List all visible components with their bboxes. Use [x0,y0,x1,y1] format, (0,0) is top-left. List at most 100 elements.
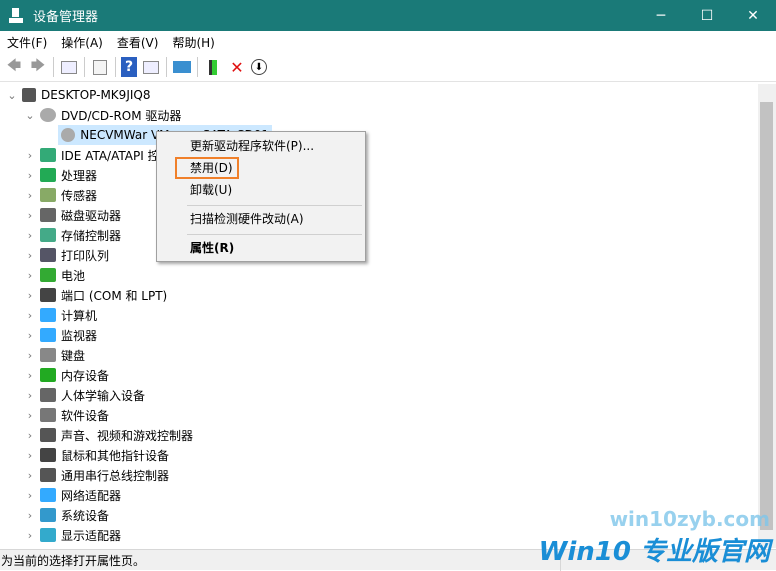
device-category-icon [40,268,56,282]
expand-icon[interactable]: › [24,409,36,422]
device-category-icon [40,228,56,242]
tree-item-category[interactable]: › 内存设备 [0,365,758,385]
highlight-box [175,157,239,179]
menu-item-update-driver[interactable]: 更新驱动程序软件(P)... [190,135,314,157]
expand-icon[interactable]: › [24,229,36,242]
device-category-icon [40,388,56,402]
device-tree: ⌄ DESKTOP-MK9JIQ8 ⌄ DVD/CD-ROM 驱动器 NECVM… [0,84,758,548]
uninstall-icon[interactable]: ✕ [227,57,247,77]
device-category-icon [40,188,56,202]
tree-item-label: 电池 [61,268,86,283]
tree-item-category[interactable]: › IDE ATA/ATAPI 控制器 [0,145,758,165]
update-driver-icon[interactable] [203,57,223,77]
properties-icon[interactable] [90,57,110,77]
tree-item-label: 声音、视频和游戏控制器 [61,428,194,443]
expand-icon[interactable]: › [24,349,36,362]
device-category-icon [40,328,56,342]
tree-item-category[interactable]: › 处理器 [0,165,758,185]
divider [53,57,54,77]
tree-item-category[interactable]: › 键盘 [0,345,758,365]
tree-item-label: 端口 (COM 和 LPT) [61,288,168,303]
status-text: 为当前的选择打开属性页。 [1,553,146,568]
tree-item-category[interactable]: › 监视器 [0,325,758,345]
tree-item-category[interactable]: › 端口 (COM 和 LPT) [0,285,758,305]
tree-item-category[interactable]: › 电池 [0,265,758,285]
close-button[interactable]: ✕ [730,0,776,31]
device-category-icon [40,168,56,182]
expand-icon[interactable]: › [24,389,36,402]
tree-root[interactable]: ⌄ DESKTOP-MK9JIQ8 [0,85,758,105]
watermark-logo: Win10 专业版官网 [538,537,770,567]
expand-icon[interactable]: › [24,289,36,302]
device-category-icon [40,408,56,422]
menu-item-uninstall[interactable]: 卸载(U) [190,179,232,201]
tree-item-category[interactable]: › 计算机 [0,305,758,325]
show-hide-tree-icon[interactable] [59,57,79,77]
computer-icon [22,88,36,102]
expand-icon[interactable]: › [24,149,36,162]
tree-item-category[interactable]: › 人体学输入设备 [0,385,758,405]
menu-view[interactable]: 查看(V) [110,34,166,51]
device-category-icon [40,368,56,382]
divider [166,57,167,77]
view-icon[interactable] [141,57,161,77]
vertical-scrollbar[interactable] [758,84,776,548]
tree-item-dvd[interactable]: ⌄ DVD/CD-ROM 驱动器 [0,105,758,125]
expand-icon[interactable]: › [24,249,36,262]
expand-icon[interactable]: › [24,529,36,542]
collapse-icon[interactable]: ⌄ [24,109,36,122]
back-icon[interactable]: 🡄 [4,57,24,77]
menu-file[interactable]: 文件(F) [0,34,54,51]
expand-icon[interactable]: › [24,489,36,502]
tree-item-label: 磁盘驱动器 [61,208,122,223]
device-category-icon [40,468,56,482]
tree-item-category[interactable]: › 磁盘驱动器 [0,205,758,225]
forward-icon[interactable]: 🡆 [28,57,48,77]
tree-item-category[interactable]: › 传感器 [0,185,758,205]
expand-icon[interactable]: › [24,269,36,282]
tree-item-category[interactable]: › 鼠标和其他指针设备 [0,445,758,465]
minimize-button[interactable]: ─ [638,0,684,31]
menu-action[interactable]: 操作(A) [54,34,110,51]
title-bar: 设备管理器 ─ ☐ ✕ [0,0,776,31]
watermark-url: win10zyb.com [609,507,770,531]
tree-item-label: 人体学输入设备 [61,388,146,403]
divider [84,57,85,77]
tree-item-category[interactable]: › 网络适配器 [0,485,758,505]
device-category-icon [40,448,56,462]
tree-item-category[interactable]: › 声音、视频和游戏控制器 [0,425,758,445]
collapse-icon[interactable]: ⌄ [6,89,18,102]
tree-item-category[interactable]: › 通用串行总线控制器 [0,465,758,485]
expand-icon[interactable]: › [24,449,36,462]
menu-item-scan[interactable]: 扫描检测硬件改动(A) [190,208,304,230]
tree-item-label: 键盘 [61,348,86,363]
scan-hardware-icon[interactable] [172,57,192,77]
expand-icon[interactable]: › [24,469,36,482]
expand-icon[interactable]: › [24,309,36,322]
tree-item-label: 网络适配器 [61,488,122,503]
menu-item-properties[interactable]: 属性(R) [190,237,234,259]
tree-item-label: 打印队列 [61,248,110,263]
menu-divider [187,205,362,206]
tree-item-category[interactable]: › 打印队列 [0,245,758,265]
tree-root-label: DESKTOP-MK9JIQ8 [41,88,151,102]
tree-item-category[interactable]: › 存储控制器 [0,225,758,245]
expand-icon[interactable]: › [24,509,36,522]
scrollbar-thumb[interactable] [760,102,773,530]
expand-icon[interactable]: › [24,329,36,342]
menu-help[interactable]: 帮助(H) [165,34,221,51]
expand-icon[interactable]: › [24,189,36,202]
expand-icon[interactable]: › [24,169,36,182]
toolbar: 🡄 🡆 ? ✕ ⬇ [0,53,776,82]
disable-icon[interactable]: ⬇ [251,59,267,75]
maximize-button[interactable]: ☐ [684,0,730,31]
tree-item-dvd-device[interactable]: NECVMWar VMware SATA CD01 [0,125,758,145]
expand-icon[interactable]: › [24,209,36,222]
help-icon[interactable]: ? [121,57,137,77]
expand-icon[interactable]: › [24,369,36,382]
expand-icon[interactable]: › [24,429,36,442]
device-category-icon [40,208,56,222]
tree-item-label: 存储控制器 [61,228,122,243]
tree-item-category[interactable]: › 软件设备 [0,405,758,425]
menu-bar: 文件(F) 操作(A) 查看(V) 帮助(H) [0,31,776,53]
